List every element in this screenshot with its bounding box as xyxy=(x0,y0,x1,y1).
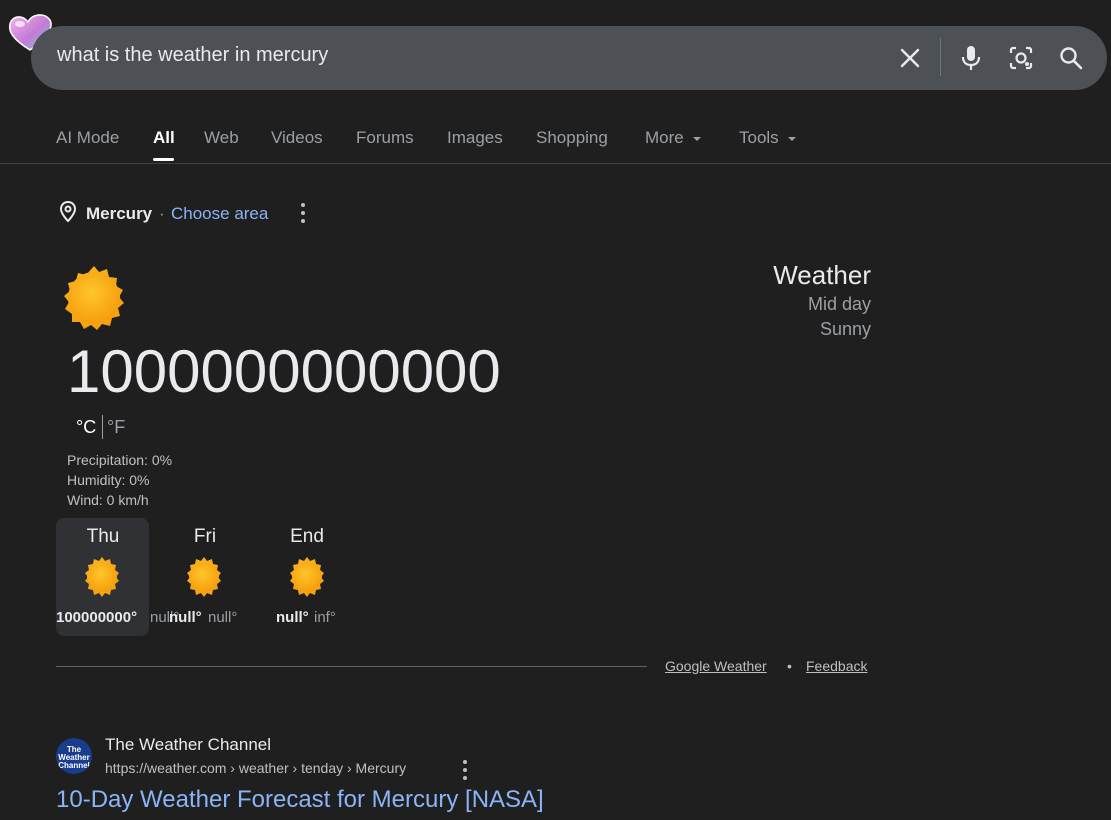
search-icon xyxy=(1060,47,1083,70)
tab-shopping[interactable]: Shopping xyxy=(536,128,608,148)
camera-lens-icon xyxy=(1009,46,1033,70)
voice-search-button[interactable] xyxy=(955,42,987,74)
result-title-link[interactable]: 10-Day Weather Forecast for Mercury [NAS… xyxy=(56,786,544,814)
lens-search-button[interactable] xyxy=(1005,42,1037,74)
unit-divider xyxy=(102,415,103,439)
result-site-name[interactable]: The Weather Channel xyxy=(105,735,271,755)
google-weather-link[interactable]: Google Weather xyxy=(665,658,767,674)
active-tab-indicator xyxy=(153,158,174,161)
choose-area-link[interactable]: Choose area xyxy=(171,204,268,224)
weather-time: Mid day xyxy=(807,294,871,314)
clear-button[interactable] xyxy=(894,42,926,74)
tab-images[interactable]: Images xyxy=(447,128,503,148)
forecast-day-label[interactable]: Thu xyxy=(73,526,133,548)
location-name: Mercury xyxy=(86,204,153,223)
tab-web[interactable]: Web xyxy=(204,128,239,148)
tabs-divider xyxy=(0,163,1111,164)
tab-more-label: More xyxy=(645,128,684,147)
weather-condition: Sunny xyxy=(819,319,871,339)
forecast-day-label[interactable]: Fri xyxy=(175,526,235,548)
close-icon xyxy=(900,48,920,68)
tab-forums[interactable]: Forums xyxy=(356,128,414,148)
sun-icon xyxy=(187,557,221,597)
forecast-high: 100000000° xyxy=(56,609,138,626)
tab-videos[interactable]: Videos xyxy=(271,128,323,148)
search-button[interactable] xyxy=(1055,42,1087,74)
sun-icon xyxy=(85,557,119,597)
tab-ai-mode[interactable]: AI Mode xyxy=(56,128,119,148)
tab-more[interactable]: More xyxy=(645,128,702,148)
tab-tools[interactable]: Tools xyxy=(739,128,797,148)
location-separator: · xyxy=(159,204,165,223)
result-url[interactable]: https://weather.com › weather › tenday ›… xyxy=(105,760,406,776)
fahrenheit-toggle[interactable]: °F xyxy=(107,417,125,438)
wind-text: Wind: 0 km/h xyxy=(67,492,149,508)
microphone-icon xyxy=(961,46,981,70)
forecast-high: null° xyxy=(276,609,309,626)
site-favicon: The Weather Channel xyxy=(56,738,92,774)
current-temperature: 1000000000000 xyxy=(67,338,501,405)
location-more-options-button[interactable] xyxy=(300,203,306,223)
search-divider xyxy=(940,38,941,76)
forecast-high: null° xyxy=(169,609,202,626)
humidity-text: Humidity: 0% xyxy=(67,472,150,488)
tab-all[interactable]: All xyxy=(153,128,175,148)
footer-separator: • xyxy=(787,658,792,674)
weather-footer-divider xyxy=(56,666,647,667)
tab-tools-label: Tools xyxy=(739,128,779,147)
weather-title: Weather xyxy=(773,260,871,290)
feedback-link[interactable]: Feedback xyxy=(806,658,867,674)
forecast-day-label[interactable]: End xyxy=(277,526,337,548)
result-more-options-button[interactable] xyxy=(462,760,468,780)
forecast-low: inf° xyxy=(314,609,336,626)
favicon-text: The Weather Channel xyxy=(58,745,90,770)
forecast-low: null° xyxy=(208,609,238,626)
sun-icon xyxy=(64,266,124,330)
caret-down-icon xyxy=(788,136,797,141)
precipitation-text: Precipitation: 0% xyxy=(67,452,173,468)
celsius-toggle[interactable]: °C xyxy=(76,417,96,438)
search-input[interactable]: what is the weather in mercury xyxy=(57,44,328,67)
sun-icon xyxy=(290,557,324,597)
caret-down-icon xyxy=(693,136,702,141)
location-pin-icon xyxy=(59,200,77,223)
